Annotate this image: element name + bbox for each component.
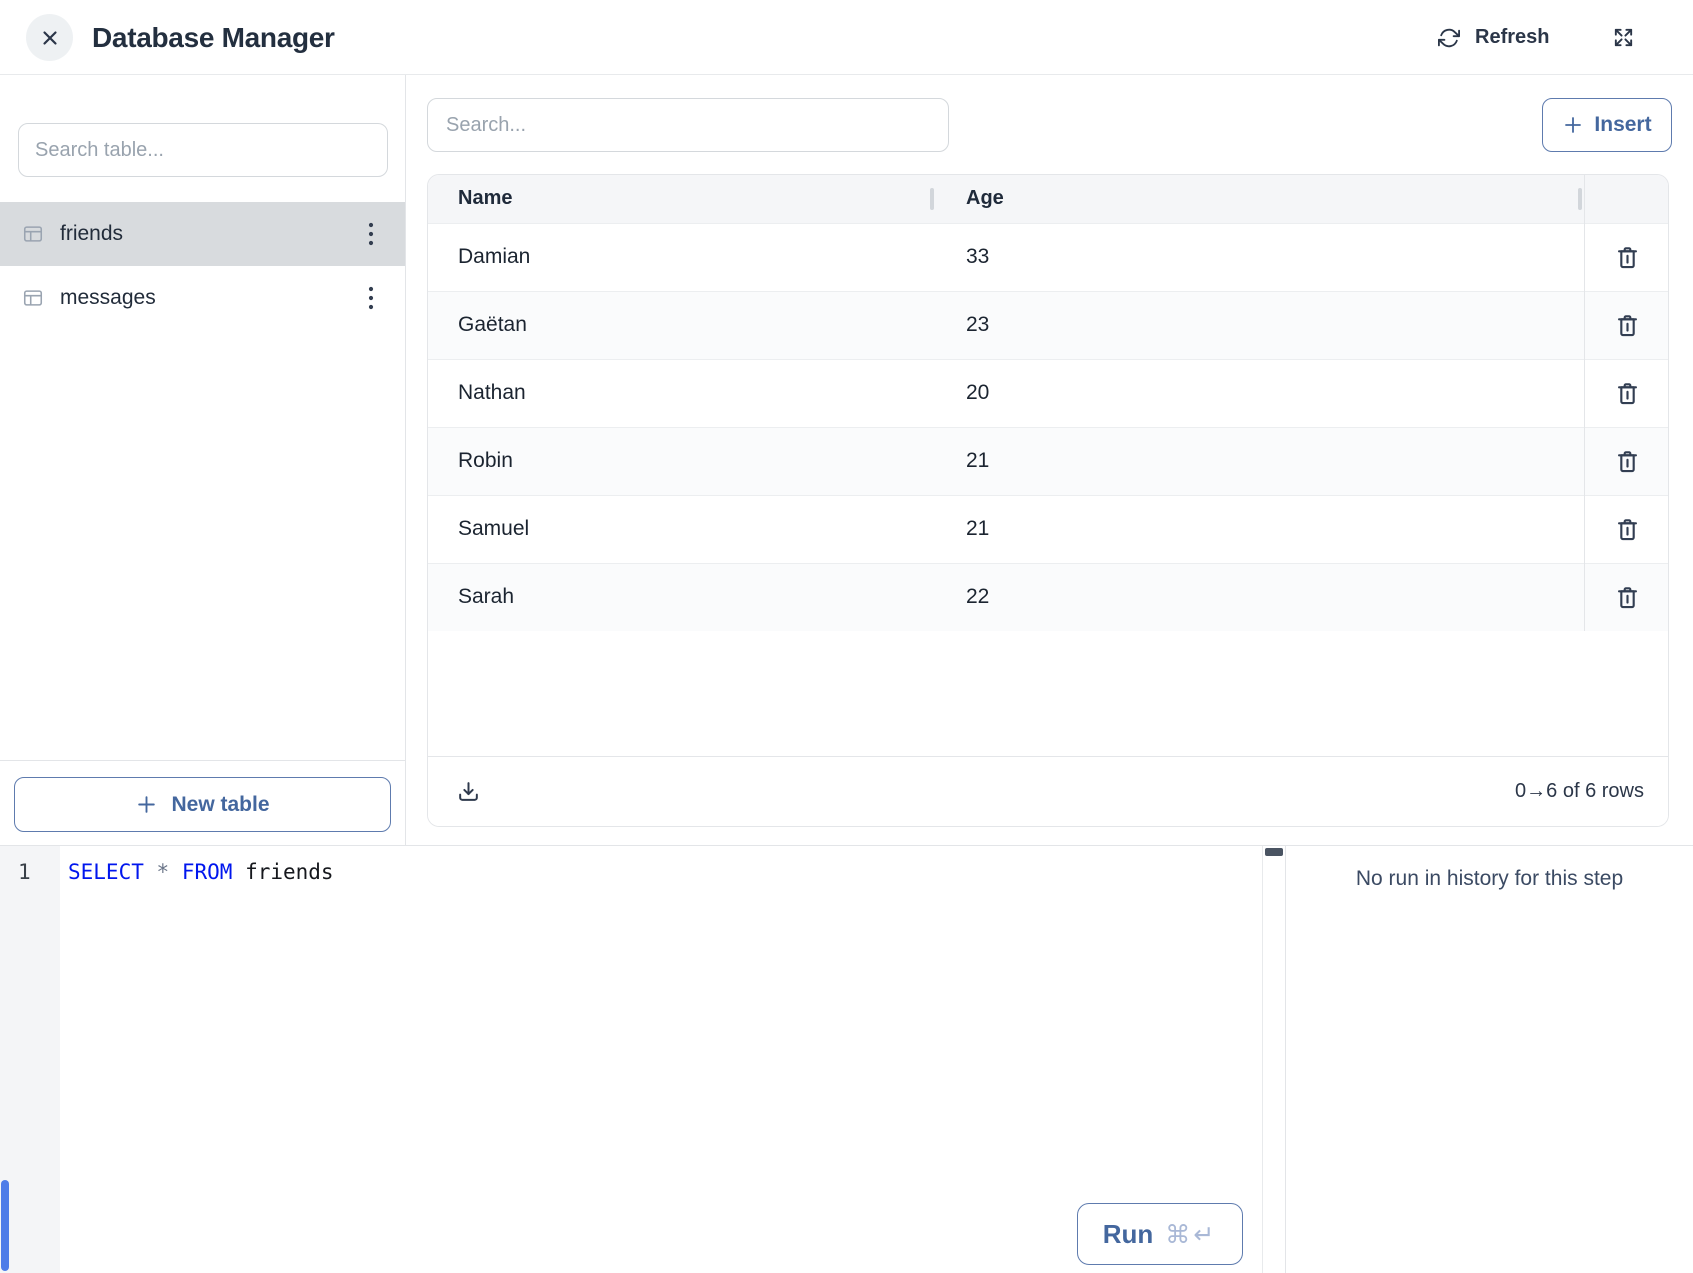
table-row: Robin 21	[428, 427, 1669, 495]
line-number: 1	[18, 855, 31, 889]
sql-operator: *	[157, 860, 170, 884]
fullscreen-button[interactable]	[1612, 0, 1635, 75]
cell-age[interactable]: 33	[936, 223, 1584, 291]
cell-name[interactable]: Gaëtan	[428, 291, 936, 359]
trash-icon	[1614, 448, 1641, 475]
data-grid-panel: Insert Name Age	[406, 75, 1693, 845]
fullscreen-icon	[1612, 26, 1635, 49]
sidebar-item-messages[interactable]: messages	[0, 266, 405, 330]
bottom-section: 1 SELECT * FROM friends Run ⌘↵ No run in…	[0, 845, 1693, 1273]
sidebar-footer: New table	[0, 760, 405, 845]
data-grid: Name Age Damian 33	[427, 174, 1669, 827]
column-header-name[interactable]: Name	[428, 175, 936, 223]
delete-row-button[interactable]	[1608, 238, 1647, 277]
trash-icon	[1614, 244, 1641, 271]
sql-code-line[interactable]: SELECT * FROM friends	[60, 855, 1262, 889]
header-row: Name Age	[428, 175, 1669, 223]
column-header-age[interactable]: Age	[936, 175, 1584, 223]
sql-keyword: FROM	[182, 860, 233, 884]
run-query-button[interactable]: Run ⌘↵	[1077, 1203, 1243, 1265]
delete-row-button[interactable]	[1608, 578, 1647, 617]
insert-row-button[interactable]: Insert	[1542, 98, 1672, 152]
cell-name[interactable]: Samuel	[428, 495, 936, 563]
column-resize-handle[interactable]	[1578, 188, 1582, 210]
delete-row-button[interactable]	[1608, 306, 1647, 345]
trash-icon	[1614, 516, 1641, 543]
export-button[interactable]	[452, 775, 485, 808]
run-history-panel: No run in history for this step	[1286, 846, 1693, 1273]
plus-icon	[1562, 114, 1584, 136]
table-icon	[22, 223, 44, 245]
topbar: Database Manager Refresh	[0, 0, 1693, 75]
new-table-button[interactable]: New table	[14, 777, 391, 832]
download-icon	[456, 779, 481, 804]
search-input[interactable]	[427, 98, 949, 152]
cell-name[interactable]: Robin	[428, 427, 936, 495]
table-search-input[interactable]	[18, 123, 388, 177]
column-header-label: Name	[458, 187, 512, 209]
sql-editor[interactable]: 1 SELECT * FROM friends Run ⌘↵	[0, 846, 1262, 1273]
editor-scrollbar-track[interactable]	[1262, 846, 1286, 1273]
table-item-label: friends	[60, 222, 359, 246]
close-icon	[39, 27, 61, 49]
sql-keyword: SELECT	[68, 860, 144, 884]
refresh-button[interactable]: Refresh	[1438, 0, 1549, 75]
kebab-menu-icon	[367, 220, 375, 248]
table-row: Damian 33	[428, 223, 1669, 291]
kebab-menu-icon	[367, 284, 375, 312]
database-manager-window: Database Manager Refresh	[0, 0, 1693, 1273]
page-title: Database Manager	[92, 0, 335, 75]
column-resize-handle[interactable]	[930, 188, 934, 210]
keyboard-shortcut-hint: ⌘↵	[1165, 1220, 1217, 1249]
cell-name[interactable]: Nathan	[428, 359, 936, 427]
plus-icon	[135, 793, 158, 816]
cell-name[interactable]: Damian	[428, 223, 936, 291]
cell-age[interactable]: 21	[936, 495, 1584, 563]
table-row: Sarah 22	[428, 563, 1669, 631]
history-empty-message: No run in history for this step	[1286, 867, 1693, 891]
table-menu-button[interactable]	[359, 280, 383, 316]
trash-icon	[1614, 380, 1641, 407]
cell-age[interactable]: 23	[936, 291, 1584, 359]
delete-row-button[interactable]	[1608, 442, 1647, 481]
table-icon	[22, 287, 44, 309]
sql-identifier: friends	[245, 860, 334, 884]
sidebar-item-friends[interactable]: friends	[0, 202, 405, 266]
run-label: Run	[1103, 1219, 1154, 1250]
cell-name[interactable]: Sarah	[428, 563, 936, 631]
cell-age[interactable]: 20	[936, 359, 1584, 427]
table-row: Nathan 20	[428, 359, 1669, 427]
delete-row-button[interactable]	[1608, 374, 1647, 413]
cell-age[interactable]: 22	[936, 563, 1584, 631]
grid-empty-space	[428, 631, 1668, 756]
column-header-actions	[1584, 175, 1669, 223]
refresh-label: Refresh	[1475, 26, 1549, 49]
trash-icon	[1614, 312, 1641, 339]
trash-icon	[1614, 584, 1641, 611]
refresh-icon	[1438, 27, 1460, 49]
column-header-label: Age	[966, 187, 1004, 209]
cell-age[interactable]: 21	[936, 427, 1584, 495]
table-row: Gaëtan 23	[428, 291, 1669, 359]
editor-gutter	[0, 846, 60, 1273]
scroll-position-indicator[interactable]	[1, 1180, 9, 1271]
rows-count-status: 0→6 of 6 rows	[1515, 780, 1644, 803]
new-table-label: New table	[171, 793, 269, 817]
insert-label: Insert	[1594, 113, 1651, 137]
editor-scrollbar-thumb[interactable]	[1265, 848, 1283, 856]
grid-footer: 0→6 of 6 rows	[428, 756, 1668, 826]
table-menu-button[interactable]	[359, 216, 383, 252]
delete-row-button[interactable]	[1608, 510, 1647, 549]
close-button[interactable]	[26, 14, 73, 61]
table-item-label: messages	[60, 286, 359, 310]
sidebar: friends messages	[0, 75, 406, 845]
table-list: friends messages	[0, 202, 405, 330]
table-row: Samuel 21	[428, 495, 1669, 563]
